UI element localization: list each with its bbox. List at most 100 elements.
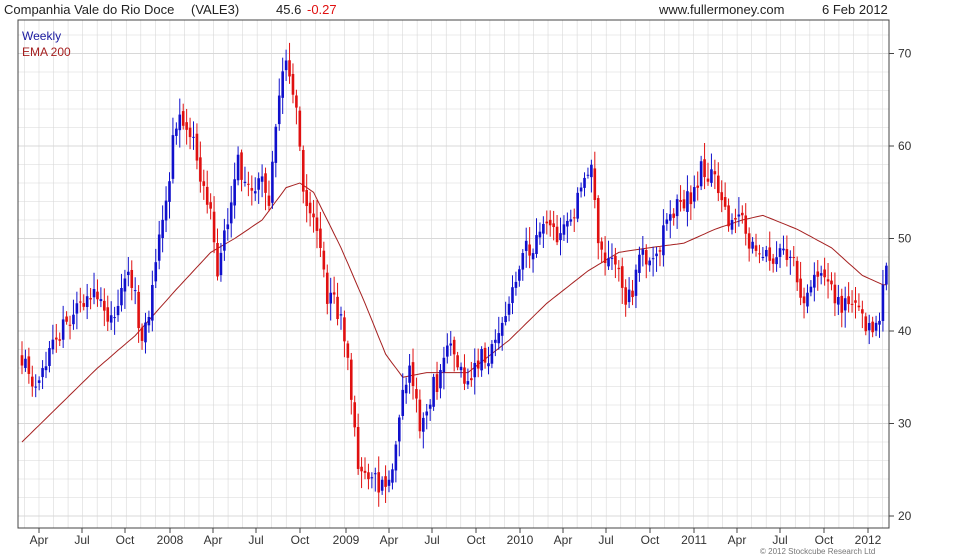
candle-body bbox=[44, 366, 48, 371]
candle bbox=[116, 289, 120, 322]
candle-body bbox=[607, 258, 610, 267]
candle bbox=[120, 273, 123, 312]
candle-body bbox=[435, 374, 439, 392]
candle bbox=[301, 145, 305, 204]
candle-body bbox=[583, 177, 586, 188]
candle-body bbox=[188, 127, 192, 138]
candle-body bbox=[61, 319, 65, 340]
candle bbox=[185, 108, 188, 145]
candle bbox=[181, 103, 185, 130]
candle bbox=[497, 316, 501, 350]
candle-body bbox=[96, 291, 99, 300]
candle-body bbox=[133, 290, 137, 292]
candle-body bbox=[614, 255, 617, 265]
candle-body bbox=[325, 272, 329, 304]
candle-body bbox=[171, 135, 175, 179]
candle-body bbox=[518, 269, 521, 281]
candle-body bbox=[885, 265, 888, 285]
candle bbox=[483, 342, 487, 369]
candle-body bbox=[329, 292, 332, 304]
candle-body bbox=[586, 174, 590, 176]
candle bbox=[30, 365, 34, 397]
candle-body bbox=[771, 258, 775, 264]
candle bbox=[339, 306, 343, 330]
candle-body bbox=[837, 297, 840, 305]
candle-body bbox=[154, 262, 158, 282]
candle bbox=[432, 373, 435, 411]
candle bbox=[741, 205, 744, 224]
candle bbox=[312, 199, 315, 233]
candle-body bbox=[782, 248, 785, 251]
candle bbox=[885, 262, 888, 291]
y-tick-label: 20 bbox=[898, 509, 912, 523]
candle-body bbox=[699, 161, 703, 187]
candle-body bbox=[600, 241, 603, 250]
candle bbox=[871, 316, 874, 338]
candle-body bbox=[185, 122, 188, 130]
candle-body bbox=[384, 476, 387, 487]
candle bbox=[92, 272, 96, 305]
candle bbox=[596, 195, 600, 260]
candle-body bbox=[569, 219, 573, 222]
candle bbox=[617, 260, 621, 282]
candle-body bbox=[79, 301, 82, 303]
candle-body bbox=[806, 292, 809, 307]
candle bbox=[353, 395, 357, 437]
candle-body bbox=[356, 426, 360, 469]
candle bbox=[586, 167, 590, 179]
candle bbox=[325, 264, 329, 315]
candle bbox=[644, 244, 648, 279]
candle-body bbox=[82, 303, 86, 307]
candle-body bbox=[816, 271, 820, 277]
candle-body bbox=[422, 417, 425, 432]
candle-body bbox=[631, 290, 634, 298]
candle-body bbox=[744, 215, 748, 234]
price-chart: 203040506070 Apr Jul Oct 2008 Apr Jul Oct 2009 A… bbox=[17, 19, 912, 556]
candle bbox=[593, 151, 597, 209]
candle-body bbox=[823, 269, 826, 278]
candle-body bbox=[603, 252, 607, 264]
candle-body bbox=[271, 161, 274, 203]
candle-body bbox=[675, 199, 679, 217]
candle bbox=[343, 310, 346, 358]
candle-body bbox=[528, 244, 531, 256]
candle-body bbox=[240, 152, 243, 180]
legend-ema: EMA 200 bbox=[22, 45, 71, 59]
candle-body bbox=[394, 444, 398, 471]
candle bbox=[524, 227, 528, 268]
candle-body bbox=[559, 233, 562, 241]
candle-body bbox=[264, 173, 267, 193]
candle-body bbox=[751, 241, 754, 249]
candle bbox=[264, 167, 267, 211]
candle-body bbox=[55, 337, 58, 340]
candle bbox=[511, 275, 514, 315]
candle bbox=[79, 287, 82, 313]
candle bbox=[655, 246, 658, 272]
candle-body bbox=[408, 365, 411, 383]
candle-body bbox=[741, 212, 744, 216]
candle-body bbox=[634, 269, 638, 296]
candle-body bbox=[301, 149, 305, 192]
candle-body bbox=[401, 389, 405, 416]
candle-body bbox=[322, 250, 326, 270]
candle bbox=[789, 250, 792, 275]
candle-body bbox=[778, 248, 782, 257]
candle bbox=[562, 215, 566, 241]
candle bbox=[843, 286, 847, 328]
x-tick-label: Oct bbox=[467, 533, 486, 547]
candle-body bbox=[387, 479, 391, 486]
y-tick-label: 70 bbox=[898, 47, 912, 61]
candle-body bbox=[679, 200, 682, 202]
candle bbox=[209, 193, 212, 220]
candle-body bbox=[41, 368, 44, 378]
candle bbox=[799, 261, 802, 306]
candle bbox=[813, 262, 816, 302]
candle bbox=[404, 377, 408, 404]
candle-body bbox=[494, 339, 497, 343]
candle bbox=[754, 233, 758, 257]
candle bbox=[236, 146, 240, 186]
candle bbox=[765, 245, 768, 263]
candle-body bbox=[161, 219, 164, 239]
candle-body bbox=[346, 343, 350, 358]
candle-body bbox=[713, 171, 717, 175]
